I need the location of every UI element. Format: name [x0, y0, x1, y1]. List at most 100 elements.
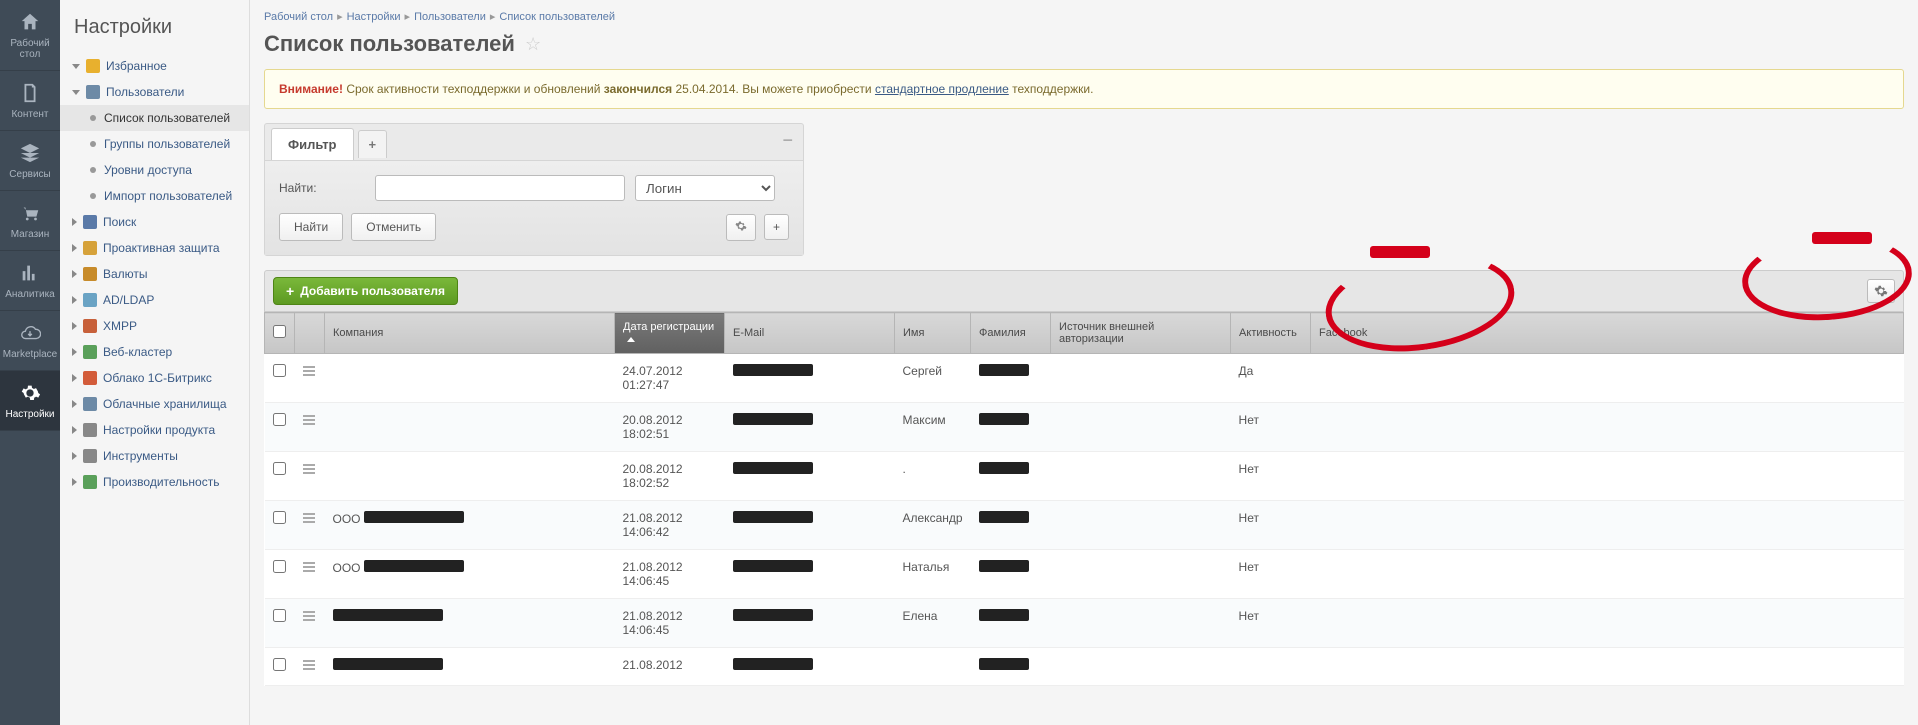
row-checkbox[interactable]	[273, 364, 286, 377]
breadcrumb-link[interactable]: Настройки	[347, 11, 401, 23]
chevron-right-icon: ▸	[405, 11, 411, 23]
xmpp-icon	[83, 319, 97, 333]
cell-email	[725, 501, 895, 550]
cell-activity: Нет	[1231, 550, 1311, 599]
cell-authsrc	[1051, 599, 1231, 648]
left-navbar: Рабочий стол КонтентСервисыМагазинАналити…	[0, 0, 60, 725]
filter-collapse-icon[interactable]: −	[782, 130, 793, 151]
col-authsrc[interactable]: Источник внешней авторизации	[1051, 313, 1231, 354]
sidebar-item[interactable]: Уровни доступа	[60, 157, 249, 183]
cell-authsrc	[1051, 648, 1231, 686]
cell-authsrc	[1051, 452, 1231, 501]
cell-email	[725, 452, 895, 501]
sidebar-item[interactable]: Настройки продукта	[60, 417, 249, 443]
nav-desktop[interactable]: Рабочий стол	[0, 0, 60, 71]
filter-cancel-button[interactable]: Отменить	[351, 213, 436, 241]
nav-store[interactable]: Магазин	[0, 191, 60, 251]
bullet-icon	[90, 141, 96, 147]
cell-name: Елена	[895, 599, 971, 648]
sidebar-item[interactable]: Поиск	[60, 209, 249, 235]
col-facebook[interactable]: Facebook	[1311, 313, 1904, 354]
cell-authsrc	[1051, 550, 1231, 599]
sidebar-item[interactable]: Валюты	[60, 261, 249, 287]
sidebar-item[interactable]: XMPP	[60, 313, 249, 339]
breadcrumb-link[interactable]: Рабочий стол	[264, 11, 333, 23]
row-menu-icon[interactable]	[303, 560, 315, 574]
col-name[interactable]: Имя	[895, 313, 971, 354]
alert-link[interactable]: стандартное продление	[875, 82, 1009, 96]
cell-email	[725, 403, 895, 452]
row-menu-icon[interactable]	[303, 462, 315, 476]
nav-content[interactable]: Контент	[0, 71, 60, 131]
nav-label: Рабочий стол	[0, 38, 60, 60]
caret-right-icon	[72, 478, 77, 486]
sidebar-item[interactable]: Список пользователей	[60, 105, 249, 131]
add-user-button[interactable]: + Добавить пользователя	[273, 277, 458, 305]
filter-tab[interactable]: Фильтр	[271, 128, 354, 160]
sidebar-item-label: Веб-кластер	[103, 345, 172, 359]
col-checkbox[interactable]	[265, 313, 295, 354]
filter-add-tab-button[interactable]: +	[358, 130, 388, 158]
cell-email	[725, 550, 895, 599]
table-row: ООО 21.08.201214:06:45НатальяНет	[265, 550, 1904, 599]
sidebar-item-label: Инструменты	[103, 449, 178, 463]
row-checkbox[interactable]	[273, 658, 286, 671]
nav-marketplace[interactable]: Marketplace	[0, 311, 60, 371]
user-icon	[86, 85, 100, 99]
select-all-checkbox[interactable]	[273, 325, 286, 338]
row-checkbox[interactable]	[273, 560, 286, 573]
cloud1c-icon	[83, 371, 97, 385]
row-menu-icon[interactable]	[303, 364, 315, 378]
row-checkbox[interactable]	[273, 511, 286, 524]
filter-find-button[interactable]: Найти	[279, 213, 343, 241]
sidebar-item[interactable]: Производительность	[60, 469, 249, 495]
row-checkbox[interactable]	[273, 462, 286, 475]
nav-settings[interactable]: Настройки	[0, 371, 60, 431]
plus-icon: +	[286, 284, 294, 298]
row-menu-icon[interactable]	[303, 609, 315, 623]
caret-right-icon	[72, 296, 77, 304]
table-row: 24.07.201201:27:47СергейДа	[265, 354, 1904, 403]
cell-surname	[971, 599, 1051, 648]
sidebar-item[interactable]: Избранное	[60, 53, 249, 79]
filter-field-select[interactable]: Логин	[635, 175, 775, 201]
nav-label: Marketplace	[3, 349, 57, 360]
cell-name: Максим	[895, 403, 971, 452]
filter-gear-button[interactable]	[726, 214, 756, 241]
nav-services[interactable]: Сервисы	[0, 131, 60, 191]
breadcrumb-link[interactable]: Список пользователей	[499, 11, 615, 23]
col-company[interactable]: Компания	[325, 313, 615, 354]
col-email[interactable]: E-Mail	[725, 313, 895, 354]
col-regdate[interactable]: Дата регистрации	[615, 313, 725, 354]
filter-plus-button[interactable]: +	[764, 214, 789, 240]
grid-settings-button[interactable]	[1867, 279, 1895, 303]
col-activity[interactable]: Активность	[1231, 313, 1311, 354]
sidebar-item[interactable]: AD/LDAP	[60, 287, 249, 313]
sidebar-item[interactable]: Облако 1С-Битрикс	[60, 365, 249, 391]
sidebar-item[interactable]: Группы пользователей	[60, 131, 249, 157]
users-table: Компания Дата регистрации E-Mail Имя Фам…	[264, 312, 1904, 686]
breadcrumb-link[interactable]: Пользователи	[414, 11, 486, 23]
sidebar-item[interactable]: Проактивная защита	[60, 235, 249, 261]
filter-panel: Фильтр + − Найти: Логин Найти Отменить	[264, 123, 804, 256]
caret-right-icon	[72, 244, 77, 252]
row-menu-icon[interactable]	[303, 413, 315, 427]
nav-analytics[interactable]: Аналитика	[0, 251, 60, 311]
sidebar-item[interactable]: Веб-кластер	[60, 339, 249, 365]
sidebar-item[interactable]: Инструменты	[60, 443, 249, 469]
cell-name: .	[895, 452, 971, 501]
col-surname[interactable]: Фамилия	[971, 313, 1051, 354]
currency-icon	[83, 267, 97, 281]
row-menu-icon[interactable]	[303, 658, 315, 672]
filter-search-input[interactable]	[375, 175, 625, 201]
cell-regdate: 20.08.201218:02:52	[615, 452, 725, 501]
row-checkbox[interactable]	[273, 413, 286, 426]
sidebar-item[interactable]: Облачные хранилища	[60, 391, 249, 417]
sidebar-item[interactable]: Импорт пользователей	[60, 183, 249, 209]
row-menu-icon[interactable]	[303, 511, 315, 525]
sidebar-item-label: Валюты	[103, 267, 148, 281]
row-checkbox[interactable]	[273, 609, 286, 622]
filter-find-label: Найти:	[279, 181, 365, 195]
favorite-star-icon[interactable]: ☆	[525, 34, 541, 55]
sidebar-item[interactable]: Пользователи	[60, 79, 249, 105]
